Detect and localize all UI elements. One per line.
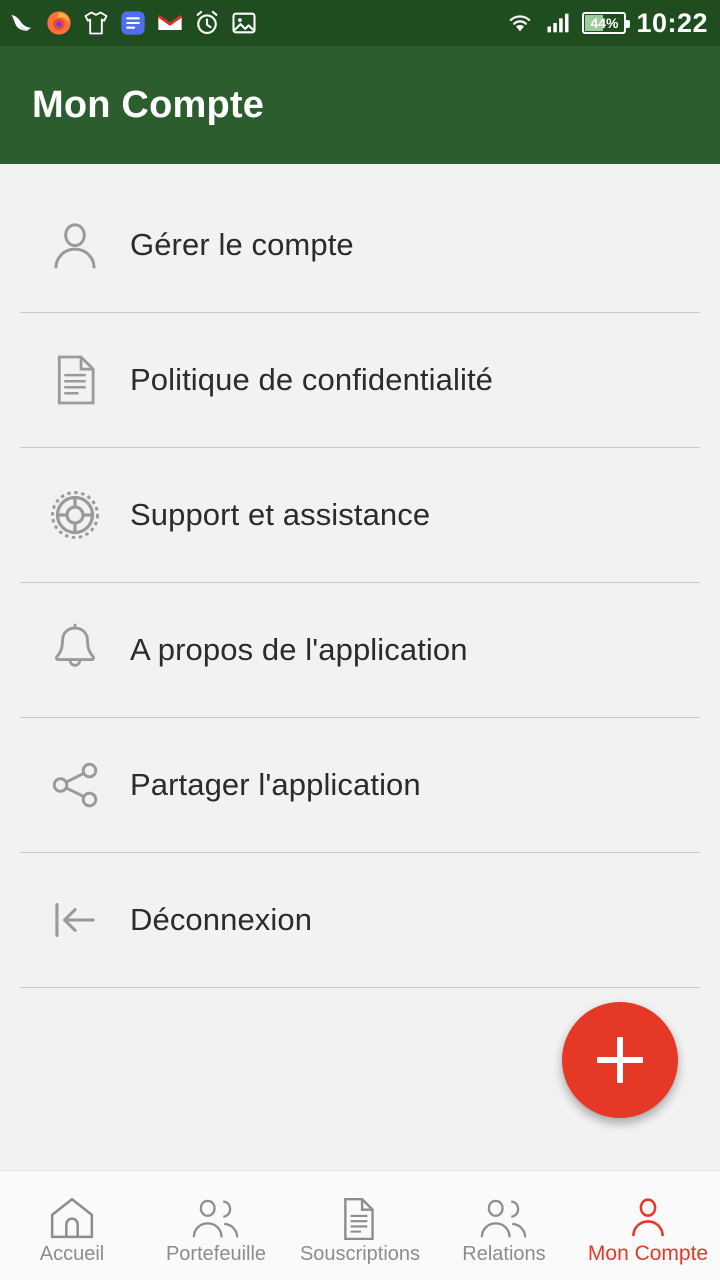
nav-item-label: Portefeuille xyxy=(165,1242,267,1265)
home-icon xyxy=(46,1188,98,1240)
account-menu-list: Gérer le compte Politique de confidentia… xyxy=(0,164,720,1170)
menu-item-label: Support et assistance xyxy=(130,497,431,532)
menu-item-label: Partager l'application xyxy=(130,767,421,802)
battery-percent-label: 44% xyxy=(590,15,619,31)
menu-item-politique-de-confidentialite[interactable]: Politique de confidentialité xyxy=(0,313,720,447)
bell-icon xyxy=(20,620,130,680)
app-root: 44% 10:22 Mon Compte Gérer le compte Pol… xyxy=(0,0,720,1280)
status-bar-notification-icons xyxy=(8,9,506,37)
menu-item-label: Politique de confidentialité xyxy=(130,362,493,397)
nav-item-accueil[interactable]: Accueil xyxy=(0,1171,144,1280)
nav-item-label: Relations xyxy=(462,1242,546,1265)
nav-item-portefeuille[interactable]: Portefeuille xyxy=(144,1171,288,1280)
status-bar-system-icons: 44% 10:22 xyxy=(506,8,708,39)
status-bar-clock: 10:22 xyxy=(636,7,708,38)
add-button[interactable] xyxy=(562,1002,678,1118)
gallery-image-icon xyxy=(232,12,256,34)
people-icon xyxy=(475,1188,533,1240)
notes-app-icon xyxy=(121,11,145,35)
logout-arrow-icon xyxy=(20,889,130,951)
status-bar: 44% 10:22 xyxy=(0,0,720,46)
app-bar: Mon Compte xyxy=(0,46,720,164)
alarm-clock-icon xyxy=(196,10,218,34)
menu-item-deconnexion[interactable]: Déconnexion xyxy=(0,853,720,987)
cellular-signal-icon xyxy=(547,13,569,33)
menu-item-label: Déconnexion xyxy=(130,902,313,937)
tshirt-app-icon xyxy=(84,11,108,35)
menu-item-a-propos-de-lapplication[interactable]: A propos de l'application xyxy=(0,583,720,717)
list-divider xyxy=(20,987,700,988)
menu-item-label: Gérer le compte xyxy=(130,227,354,262)
battery-icon: 44% xyxy=(582,12,631,34)
bottom-navigation: Accueil Portefeuille Souscriptions Relat… xyxy=(0,1170,720,1280)
nav-item-mon-compte[interactable]: Mon Compte xyxy=(576,1171,720,1280)
lifebuoy-icon xyxy=(20,485,130,545)
firefox-browser-icon xyxy=(47,11,71,35)
document-icon xyxy=(336,1188,384,1240)
menu-item-support-et-assistance[interactable]: Support et assistance xyxy=(0,448,720,582)
nav-item-label: Accueil xyxy=(39,1242,105,1265)
people-icon xyxy=(187,1188,245,1240)
person-icon xyxy=(20,214,130,276)
page-title: Mon Compte xyxy=(32,83,265,126)
nav-item-relations[interactable]: Relations xyxy=(432,1171,576,1280)
gmail-icon xyxy=(157,14,183,30)
person-icon xyxy=(625,1187,671,1239)
menu-item-label: A propos de l'application xyxy=(130,632,468,667)
document-icon xyxy=(20,351,130,409)
nav-item-label: Mon Compte xyxy=(587,1242,709,1265)
nav-item-souscriptions[interactable]: Souscriptions xyxy=(288,1171,432,1280)
share-icon xyxy=(20,756,130,814)
plus-icon xyxy=(597,1037,643,1083)
menu-item-gerer-le-compte[interactable]: Gérer le compte xyxy=(0,178,720,312)
swallow-bird-app-icon xyxy=(11,14,32,31)
nav-item-label: Souscriptions xyxy=(299,1242,421,1265)
wifi-icon xyxy=(510,15,531,32)
menu-item-partager-lapplication[interactable]: Partager l'application xyxy=(0,718,720,852)
